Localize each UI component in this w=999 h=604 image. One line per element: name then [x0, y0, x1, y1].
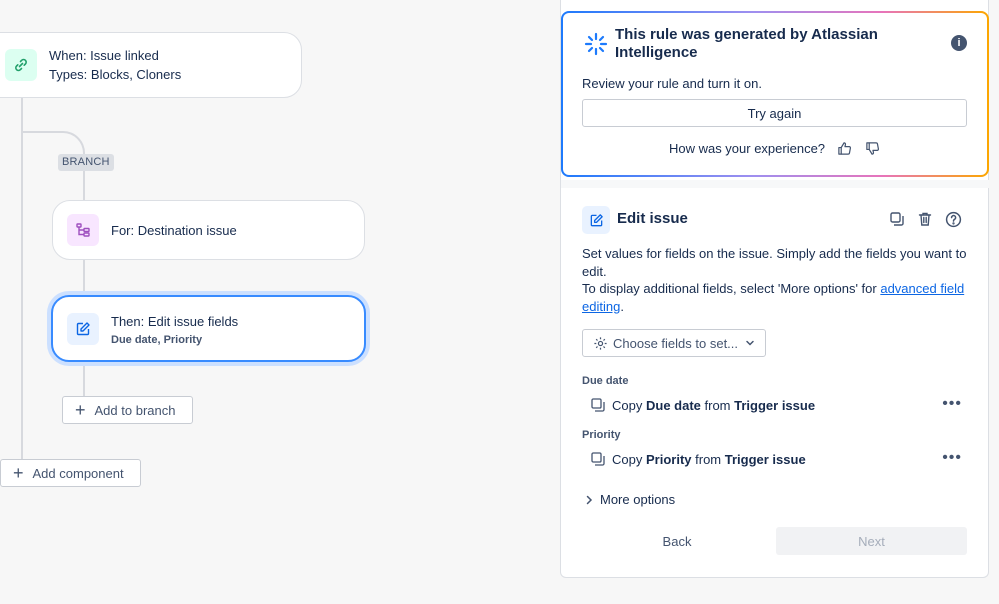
copy-prefix: Copy	[612, 451, 643, 467]
source-name: Trigger issue	[724, 451, 806, 467]
add-to-branch-label: Add to branch	[94, 402, 176, 418]
more-options-label: More options	[600, 492, 676, 507]
more-options-toggle[interactable]: More options	[584, 492, 675, 507]
trigger-node[interactable]: When: Issue linked Types: Blocks, Cloner…	[0, 32, 302, 98]
action-node-selected[interactable]: Then: Edit issue fields Due date, Priori…	[51, 295, 366, 362]
description-line-1: Set values for fields on the issue. Simp…	[582, 246, 967, 279]
field-label-due-date: Due date	[582, 375, 629, 387]
branch-node[interactable]: For: Destination issue	[52, 200, 365, 260]
thumbs-down-icon[interactable]	[863, 139, 881, 157]
branch-connector-line-3	[83, 362, 85, 396]
trigger-title: When: Issue linked	[49, 48, 159, 63]
edit-issue-title: Edit issue	[617, 210, 688, 227]
atlassian-intelligence-icon	[584, 32, 608, 56]
copy-prefix: Copy	[612, 397, 643, 413]
choose-fields-dropdown[interactable]: Choose fields to set...	[582, 329, 766, 357]
gear-icon	[593, 336, 608, 351]
ai-generated-card: This rule was generated by Atlassian Int…	[561, 11, 989, 177]
add-component-button[interactable]: + Add component	[0, 459, 141, 487]
field-label-priority: Priority	[582, 429, 621, 441]
plus-icon: +	[75, 400, 86, 420]
action-fields: Due date, Priority	[111, 333, 203, 346]
more-actions-icon[interactable]: •••	[942, 396, 962, 412]
chevron-right-icon	[584, 494, 594, 506]
field-name: Due date	[645, 397, 701, 413]
panel-separator	[561, 180, 989, 188]
chevron-down-icon	[744, 337, 756, 349]
ai-card-description: Review your rule and turn it on.	[582, 76, 762, 91]
plus-icon: +	[13, 463, 24, 483]
field-row-priority[interactable]: Copy Priority from Trigger issue •••	[590, 448, 970, 470]
branch-badge: BRANCH	[58, 154, 114, 171]
back-button[interactable]: Back	[582, 527, 772, 555]
add-component-label: Add component	[32, 465, 124, 481]
edit-issue-description: Set values for fields on the issue. Simp…	[582, 245, 972, 315]
feedback-row: How was your experience?	[563, 139, 987, 157]
branch-connector-line-2	[83, 260, 85, 295]
edit-issue-icon	[582, 206, 610, 234]
next-button-disabled[interactable]: Next	[776, 527, 967, 555]
edit-icon	[67, 312, 99, 345]
help-icon[interactable]	[943, 209, 963, 229]
copy-icon	[590, 397, 606, 413]
description-text: To display additional fields, select 'Mo…	[582, 281, 881, 296]
more-actions-icon[interactable]: •••	[942, 450, 962, 466]
field-name: Priority	[645, 451, 692, 467]
duplicate-icon[interactable]	[887, 209, 907, 229]
branch-connector-line	[83, 170, 85, 200]
trigger-types: Types: Blocks, Cloners	[49, 67, 182, 82]
from-text: from	[704, 397, 731, 413]
source-name: Trigger issue	[734, 397, 816, 413]
branch-icon	[67, 214, 99, 246]
rule-canvas: When: Issue linked Types: Blocks, Cloner…	[0, 0, 560, 604]
field-row-due-date[interactable]: Copy Due date from Trigger issue •••	[590, 394, 970, 416]
description-end: .	[620, 298, 624, 314]
action-label: Then: Edit issue fields	[111, 313, 239, 329]
branch-label: For: Destination issue	[111, 222, 237, 238]
ai-card-title: This rule was generated by Atlassian Int…	[615, 26, 878, 61]
description-line-2: To display additional fields, select 'Mo…	[582, 280, 972, 315]
feedback-prompt: How was your experience?	[668, 140, 826, 156]
thumbs-up-icon[interactable]	[835, 139, 853, 157]
trash-icon[interactable]	[915, 209, 935, 229]
link-icon	[5, 49, 37, 81]
info-icon[interactable]: i	[951, 35, 967, 51]
try-again-button[interactable]: Try again	[582, 99, 967, 127]
add-to-branch-button[interactable]: + Add to branch	[62, 396, 193, 424]
choose-fields-label: Choose fields to set...	[613, 335, 739, 351]
from-text: from	[695, 451, 722, 467]
copy-icon	[590, 451, 606, 467]
